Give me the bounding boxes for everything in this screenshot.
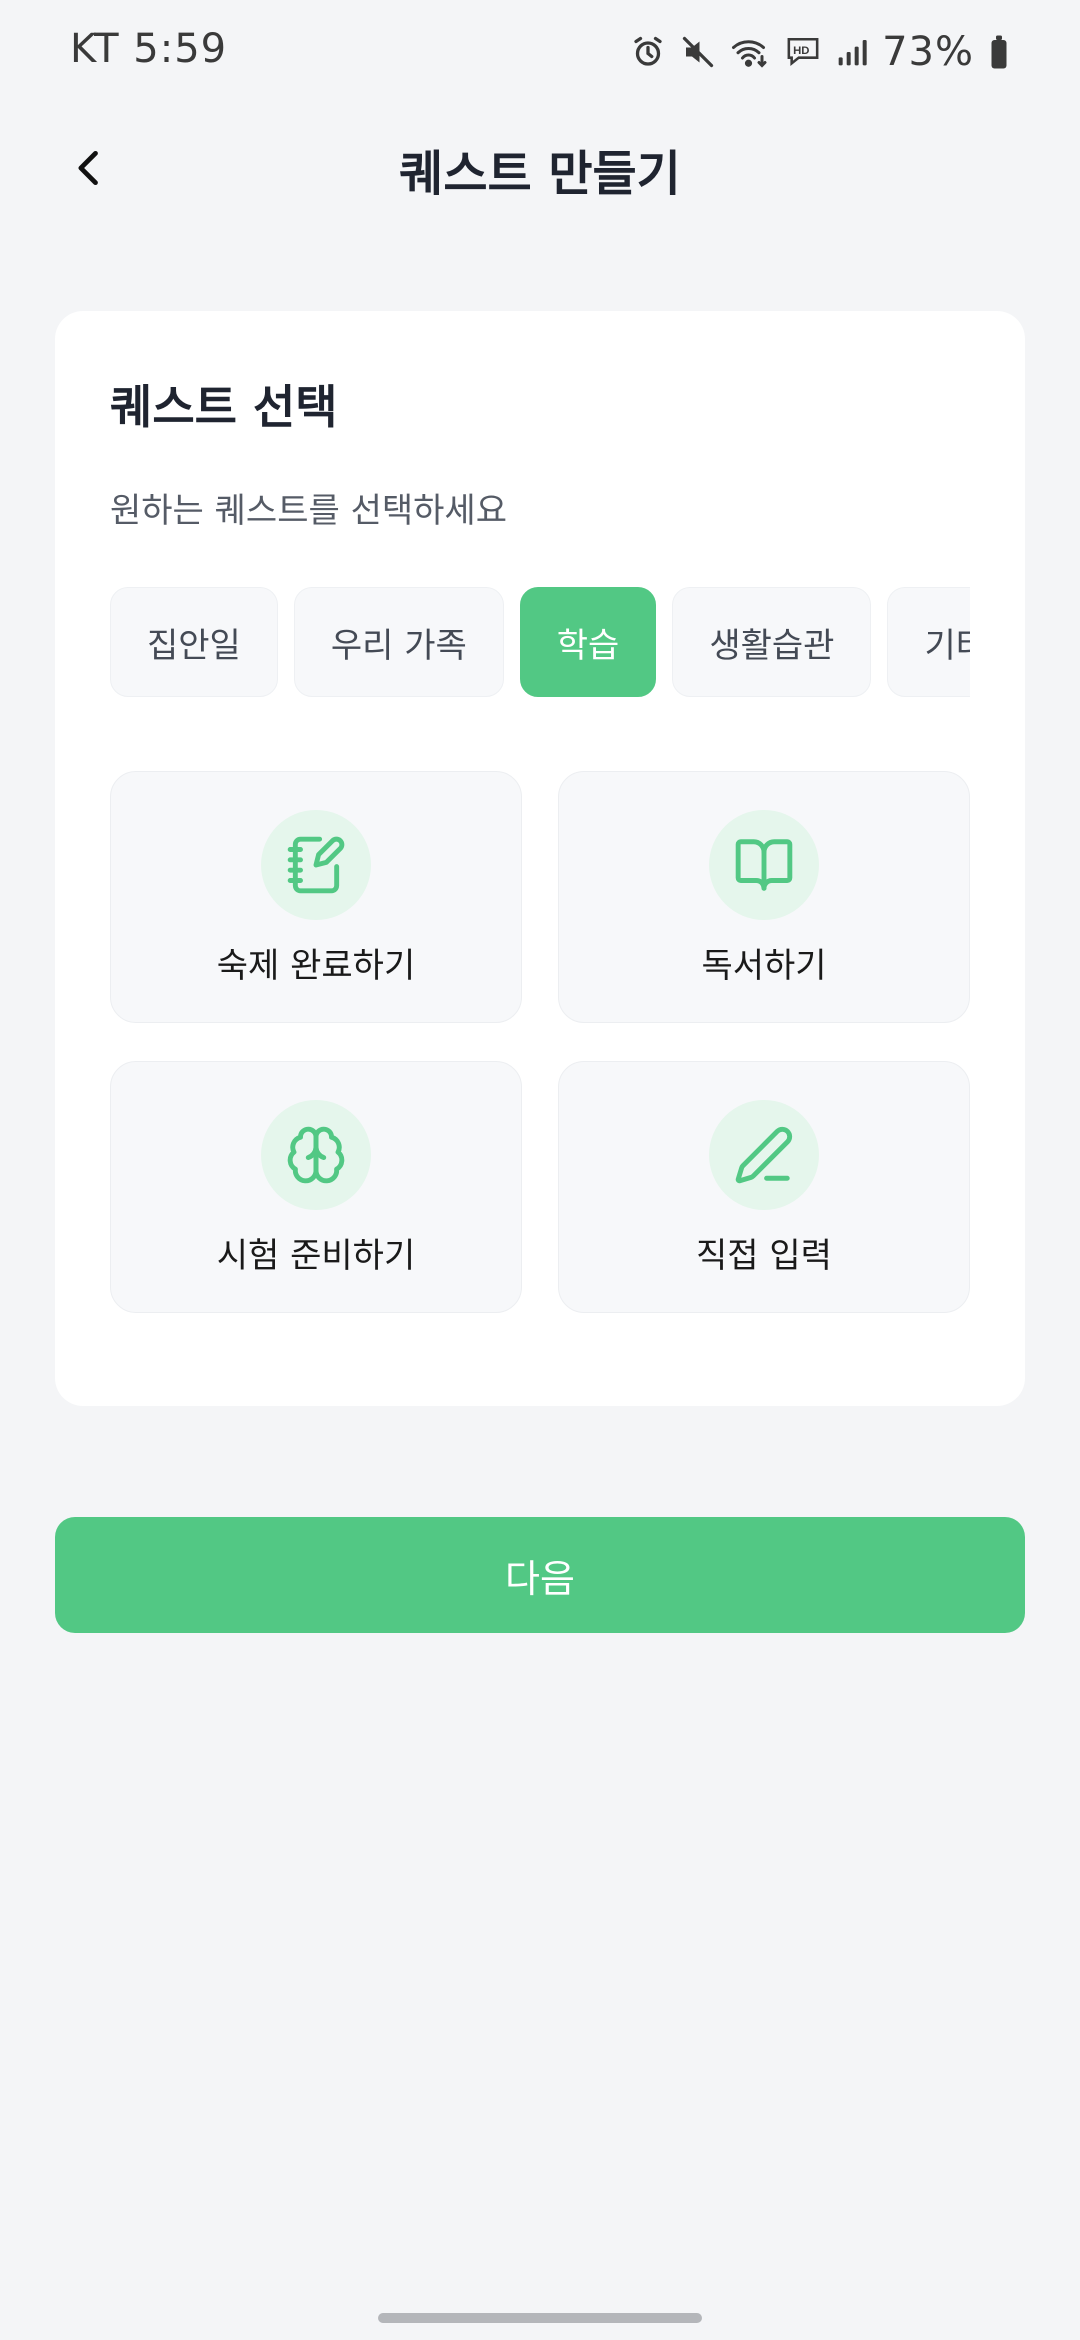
quest-tile-reading[interactable]: 독서하기	[558, 771, 970, 1023]
quest-label: 독서하기	[701, 946, 827, 986]
page-title: 퀘스트 만들기	[399, 146, 681, 202]
next-button[interactable]: 다음	[55, 1517, 1025, 1633]
brain-icon	[261, 1100, 371, 1210]
category-tabs: 집안일 우리 가족 학습 생활습관 기타	[110, 587, 970, 699]
signal-icon	[836, 36, 868, 68]
home-indicator[interactable]	[378, 2313, 702, 2323]
battery-icon	[988, 34, 1010, 70]
category-chip-habits[interactable]: 생활습관	[672, 587, 872, 697]
section-subtitle: 원하는 퀘스트를 선택하세요	[110, 491, 507, 531]
quest-select-card: 퀘스트 선택 원하는 퀘스트를 선택하세요 집안일 우리 가족 학습 생활습관 …	[55, 311, 1025, 1406]
svg-text:HD: HD	[793, 45, 809, 57]
alarm-icon	[630, 34, 666, 70]
status-bar: KT 5:59 HD 73%	[0, 0, 1080, 105]
quest-label: 직접 입력	[696, 1236, 832, 1276]
quest-tile-exam-prep[interactable]: 시험 준비하기	[110, 1061, 522, 1313]
carrier-time: KT 5:59	[70, 26, 228, 72]
quest-label: 시험 준비하기	[216, 1236, 416, 1276]
pencil-icon	[709, 1100, 819, 1210]
category-chip-housework[interactable]: 집안일	[110, 587, 278, 697]
status-icons: HD 73%	[630, 24, 1010, 80]
wifi-icon	[730, 34, 770, 70]
category-chip-family[interactable]: 우리 가족	[293, 587, 504, 697]
book-open-icon	[709, 810, 819, 920]
category-chip-study[interactable]: 학습	[519, 587, 657, 697]
section-title: 퀘스트 선택	[110, 380, 338, 434]
quest-grid: 숙제 완료하기 독서하기 시험 준비하기 직접 입력	[110, 771, 970, 1313]
mute-icon	[680, 34, 716, 70]
quest-tile-homework[interactable]: 숙제 완료하기	[110, 771, 522, 1023]
battery-percent: 73%	[882, 29, 974, 75]
notebook-pen-icon	[261, 810, 371, 920]
hd-voice-icon: HD	[784, 35, 822, 69]
category-chip-other[interactable]: 기타	[887, 587, 970, 697]
app-header: 퀘스트 만들기	[0, 120, 1080, 220]
quest-tile-custom-input[interactable]: 직접 입력	[558, 1061, 970, 1313]
quest-label: 숙제 완료하기	[216, 946, 416, 986]
